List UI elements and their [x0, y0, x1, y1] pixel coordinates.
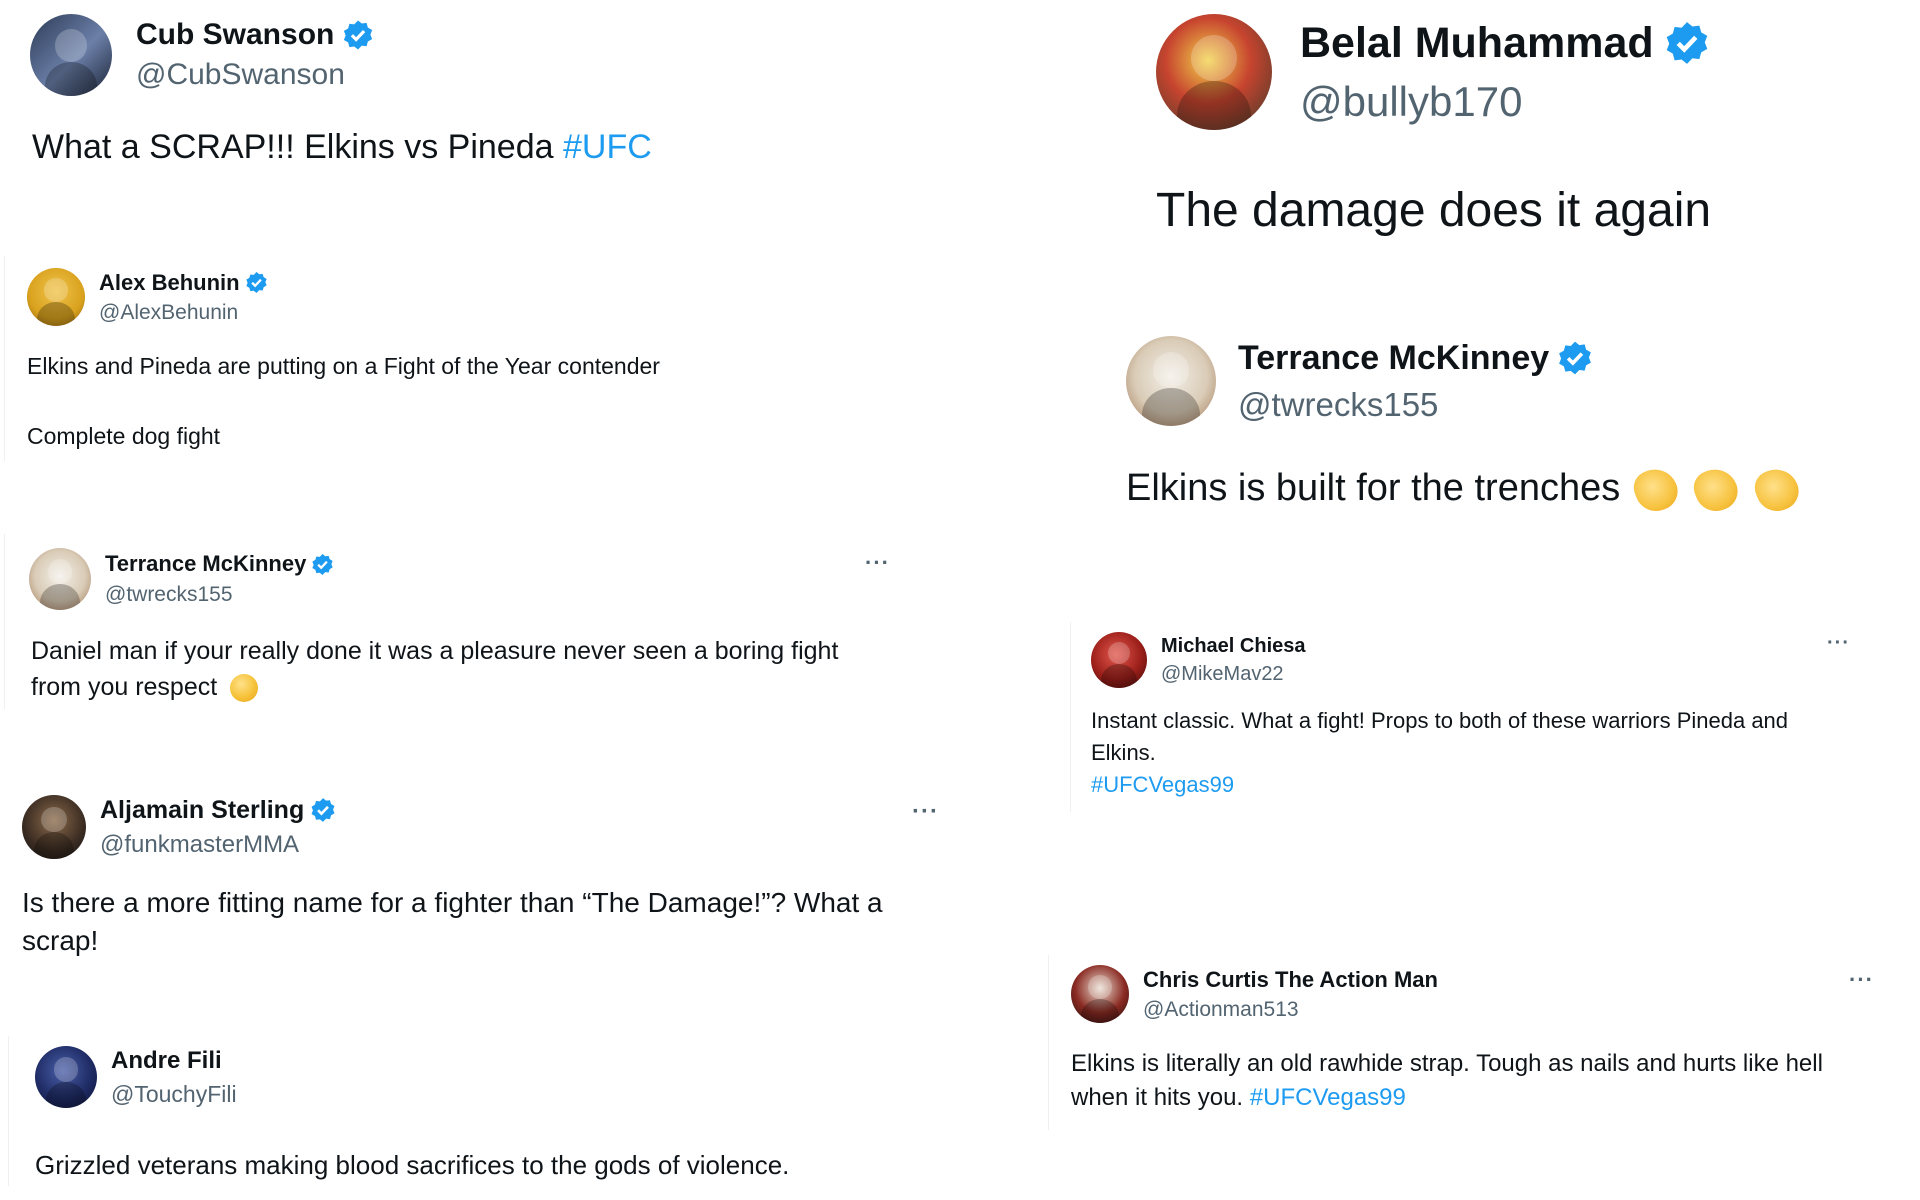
- hashtag-link[interactable]: #UFC: [563, 128, 652, 166]
- author-handle[interactable]: @funkmasterMMA: [100, 831, 336, 859]
- tweet-text-body: from you respect: [31, 673, 218, 701]
- tweet-text-body: Elkins is built for the trenches: [1126, 467, 1631, 509]
- author-handle[interactable]: @MikeMav22: [1161, 663, 1306, 686]
- hashtag-link[interactable]: #UFCVegas99: [1091, 770, 1234, 800]
- avatar[interactable]: [27, 268, 85, 326]
- more-options-icon[interactable]: ···: [1849, 967, 1874, 993]
- tweet-text-line-1: Elkins and Pineda are putting on a Fight…: [27, 353, 660, 379]
- tweet-text-line-2: when it hits you. #UFCVegas99: [1071, 1081, 1406, 1114]
- tweet-text-line-2: scrap!: [22, 925, 99, 956]
- tweet-text: What a SCRAP!!! Elkins vs Pineda #UFC: [32, 124, 652, 171]
- verified-badge-icon: [1666, 22, 1707, 64]
- tweet-text-line-1: Daniel man if your really done it was a …: [31, 637, 839, 665]
- avatar[interactable]: [1126, 336, 1216, 426]
- author-name[interactable]: Andre Fili: [111, 1047, 222, 1075]
- clapping-hands-icon: [1628, 462, 1804, 517]
- verified-badge-icon: [312, 553, 333, 575]
- tweet-card: Aljamain Sterling @funkmasterMMA ··· Is …: [0, 790, 960, 970]
- verified-badge-icon: [311, 798, 335, 822]
- avatar[interactable]: [29, 548, 91, 610]
- tweet-text: The damage does it again: [1156, 184, 1712, 237]
- author-name[interactable]: Chris Curtis The Action Man: [1143, 967, 1438, 993]
- saluting-face-icon: [230, 674, 259, 703]
- author-handle[interactable]: @CubSwanson: [136, 58, 374, 92]
- author-handle[interactable]: @Actionman513: [1143, 998, 1438, 1022]
- tweet-card: Terrance McKinney @twrecks155 ··· Daniel…: [4, 534, 945, 709]
- tweet-text-body: What a SCRAP!!! Elkins vs Pineda: [32, 128, 563, 166]
- more-options-icon[interactable]: ···: [865, 550, 890, 576]
- more-options-icon[interactable]: ···: [912, 798, 939, 826]
- tweet-card: Alex Behunin @AlexBehunin Elkins and Pin…: [4, 256, 995, 461]
- avatar[interactable]: [30, 14, 112, 96]
- tweet-card: Michael Chiesa @MikeMav22 ··· Instant cl…: [1070, 622, 1901, 812]
- tweet-text-line-2: Complete dog fight: [27, 423, 221, 449]
- tweet-text-line-2: from you respect: [31, 670, 259, 705]
- tweet-text-line-1: Instant classic. What a fight! Props to …: [1091, 708, 1789, 733]
- avatar[interactable]: [1071, 965, 1129, 1023]
- avatar[interactable]: [35, 1046, 97, 1108]
- tweet-text-line-1: Is there a more fitting name for a fight…: [22, 887, 883, 918]
- verified-badge-icon: [344, 20, 373, 50]
- tweet-card: Cub Swanson @CubSwanson What a SCRAP!!! …: [0, 0, 1000, 220]
- verified-badge-icon: [1559, 341, 1592, 375]
- tweet-card: Chris Curtis The Action Man @Actionman51…: [1048, 955, 1901, 1130]
- author-name[interactable]: Terrance McKinney: [1238, 339, 1549, 378]
- tweet-card: Belal Muhammad @bullyb170 The damage doe…: [1140, 0, 1920, 250]
- author-handle[interactable]: @AlexBehunin: [99, 301, 268, 325]
- tweet-text-body: when it hits you.: [1071, 1084, 1250, 1111]
- author-name[interactable]: Aljamain Sterling: [100, 796, 304, 825]
- author-handle[interactable]: @TouchyFili: [111, 1081, 237, 1108]
- tweet-card: Terrance McKinney @twrecks155 Elkins is …: [1110, 326, 1910, 526]
- tweet-text: Elkins is built for the trenches: [1126, 462, 1804, 517]
- author-name[interactable]: Alex Behunin: [99, 270, 240, 296]
- author-handle[interactable]: @twrecks155: [105, 583, 334, 607]
- author-name[interactable]: Terrance McKinney: [105, 551, 306, 577]
- tweet-text-line-2: Elkins.: [1091, 740, 1156, 765]
- avatar[interactable]: [1091, 632, 1147, 688]
- author-name[interactable]: Michael Chiesa: [1161, 635, 1306, 658]
- author-handle[interactable]: @bullyb170: [1300, 78, 1710, 126]
- more-options-icon[interactable]: ···: [1827, 632, 1850, 655]
- author-handle[interactable]: @twrecks155: [1238, 386, 1593, 424]
- tweet-text: Grizzled veterans making blood sacrifice…: [35, 1150, 790, 1180]
- tweet-text-line-1: Elkins is literally an old rawhide strap…: [1071, 1050, 1823, 1077]
- author-name[interactable]: Cub Swanson: [136, 18, 334, 52]
- avatar[interactable]: [22, 795, 86, 859]
- tweet-card: Andre Fili @TouchyFili Grizzled veterans…: [8, 1036, 929, 1186]
- verified-badge-icon: [245, 272, 267, 293]
- hashtag-link[interactable]: #UFCVegas99: [1250, 1084, 1406, 1111]
- author-name[interactable]: Belal Muhammad: [1300, 19, 1654, 68]
- avatar[interactable]: [1156, 14, 1272, 130]
